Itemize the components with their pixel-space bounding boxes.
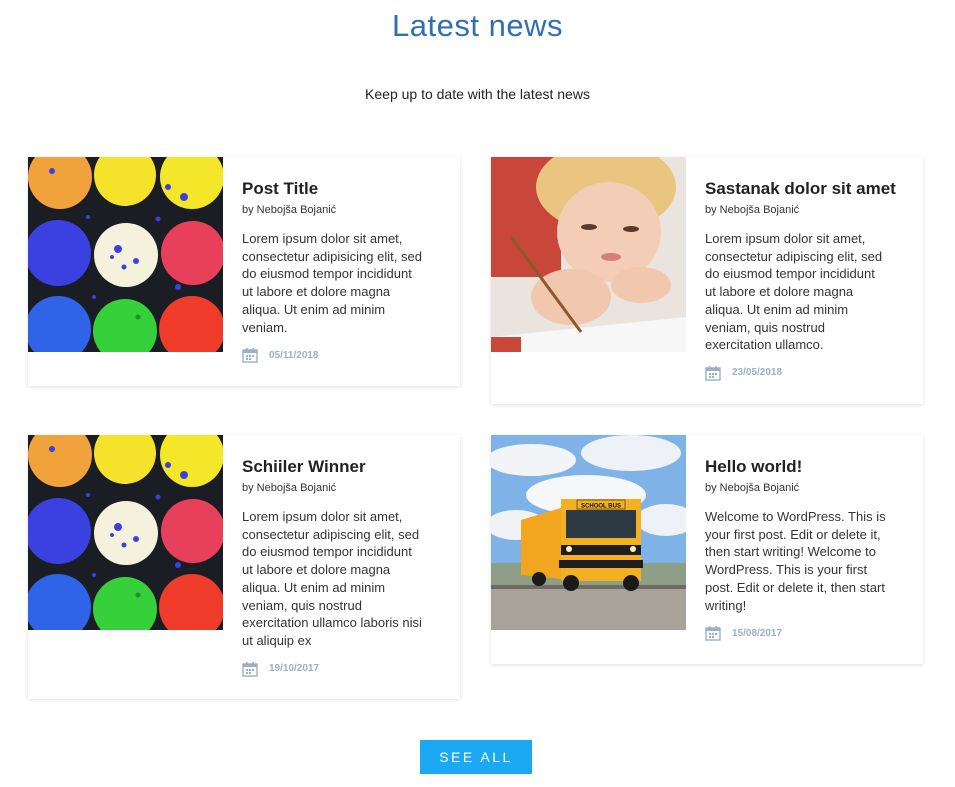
post-thumbnail-bus[interactable]: SCHOOL BUS [491,435,686,630]
post-author: by Nebojša Bojanić [242,482,337,494]
calendar-icon [705,365,721,381]
post-excerpt: Lorem ipsum dolor sit amet, consectetur … [705,231,883,353]
post-date: 15/08/2017 [732,627,783,639]
post-author: by Nebojša Bojanić [242,204,337,216]
post-excerpt: Lorem ipsum dolor sit amet, consectetur … [242,231,422,335]
post-excerpt: Lorem ipsum dolor sit amet, consectetur … [242,509,422,648]
news-card: SCHOOL BUS Hello world! by Nebojša Bojan… [491,435,923,664]
calendar-icon [242,348,258,363]
post-author: by Nebojša Bojanić [705,482,800,494]
post-date: 05/11/2018 [269,349,319,361]
news-card: Sastanak dolor sit amet by Nebojša Bojan… [491,157,923,404]
section-subtitle: Keep up to date with the latest news [365,86,590,102]
post-excerpt: Welcome to WordPress. This is your first… [705,509,886,613]
calendar-icon [705,626,721,641]
post-date-row: 23/05/2018 [705,365,905,381]
post-author: by Nebojša Bojanić [705,204,800,216]
post-title[interactable]: Sastanak dolor sit amet [705,178,905,200]
section-title: Latest news [392,8,563,43]
post-title[interactable]: Post Title [242,178,442,200]
post-date-row: 19/10/2017 [242,661,442,677]
bus-sign: SCHOOL BUS [581,504,621,510]
calendar-icon [242,661,258,677]
post-date: 19/10/2017 [269,663,320,675]
post-title[interactable]: Hello world! [705,456,905,478]
post-thumbnail-paints[interactable] [28,157,223,352]
see-all-button[interactable]: SEE ALL [420,740,532,774]
post-date: 23/05/2018 [732,367,783,379]
post-title[interactable]: Schiiler Winner [242,456,442,478]
post-thumbnail-paints[interactable] [28,435,223,630]
post-thumbnail-child[interactable] [491,157,686,352]
post-date-row: 05/11/2018 [242,347,442,363]
post-date-row: 15/08/2017 [705,625,905,641]
news-card: Schiiler Winner by Nebojša Bojanić Lorem… [28,435,460,699]
news-card: Post Title by Nebojša Bojanić Lorem ipsu… [28,157,460,386]
